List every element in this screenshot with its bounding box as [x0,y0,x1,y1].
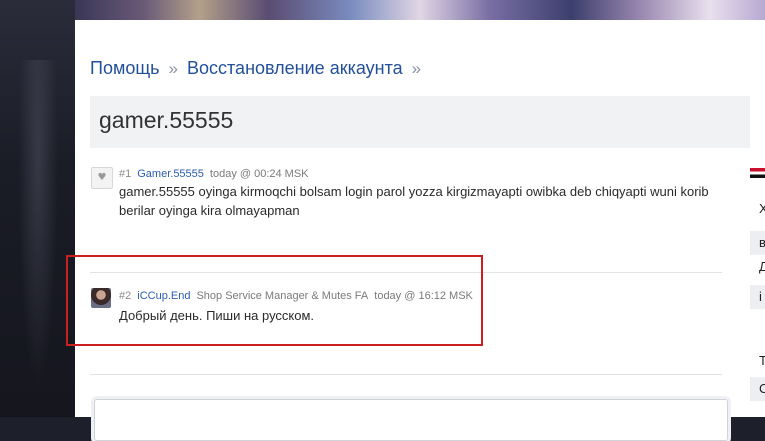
topic-title: gamer.55555 [99,107,234,133]
default-avatar-icon[interactable]: ♥ [91,167,113,189]
sidebar-item[interactable]: С [750,377,765,401]
sidebar-item[interactable]: в [750,231,765,255]
right-sidebar: Х в Д i Т С [750,158,765,417]
post-author-link[interactable]: Gamer.55555 [137,168,204,180]
post-timestamp: today @ 00:24 MSK [209,168,309,180]
sidebar-item[interactable]: Х [759,201,765,216]
highlight-annotation-box [66,255,483,346]
forum-content-panel: Помощь » Восстановление аккаунта » gamer.55… [66,20,765,441]
language-flag-icon[interactable] [750,168,765,178]
background-art-left [0,0,75,417]
post-body: gamer.55555 oyinga kirmoqchi bolsam logi… [119,184,709,218]
breadcrumb-separator: » [411,59,422,78]
post-divider [90,374,722,375]
post-number[interactable]: #1 [119,168,131,180]
reply-editor[interactable] [94,399,728,441]
sidebar-item[interactable]: Д [759,259,765,274]
topic-title-box: gamer.55555 [90,96,750,148]
breadcrumb-link-help[interactable]: Помощь [90,58,160,78]
header-banner-art [75,0,765,20]
breadcrumb-link-account-recovery[interactable]: Восстановление аккаунта [187,58,403,78]
breadcrumb: Помощь » Восстановление аккаунта » [90,58,430,79]
breadcrumb-separator: » [168,59,178,78]
post-meta: #1 Gamer.55555 today @ 00:24 MSK [119,168,309,180]
sidebar-item[interactable]: i [750,285,765,309]
sidebar-item[interactable]: Т [759,353,765,368]
